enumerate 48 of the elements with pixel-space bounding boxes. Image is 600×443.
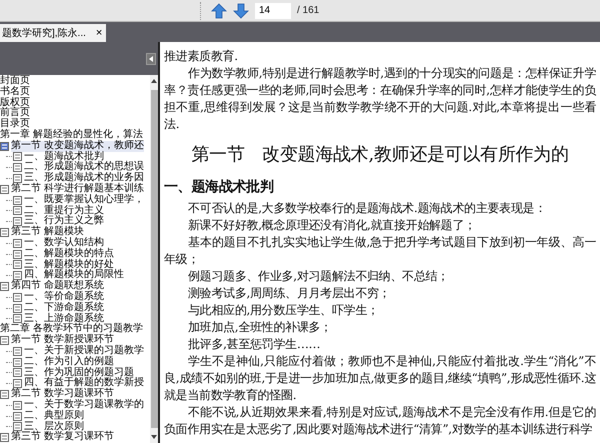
bookmark-item[interactable]: 二、下游命题系统 [24, 302, 104, 314]
bookmark-item[interactable]: 二、解题模块的特点 [24, 248, 114, 260]
bookmark-item[interactable]: 三、形成题海战术的业务因 [24, 173, 144, 184]
bookmark-item[interactable]: 第三节 解题模块 [11, 227, 84, 238]
bookmark-item[interactable]: 第一章 解题经验的显性化，算法 [0, 130, 143, 141]
bookmark-item[interactable]: 第一节 改变题海战术，教师还 [11, 140, 144, 152]
page-total: / 161 [297, 4, 320, 18]
left-triangle-icon [149, 56, 153, 62]
paragraph: 学生不是神仙,只能应付着做；教师也不是神仙,只能应付着批改.学生“消化”不良,成绩不如别的班,于是进一步加班加点,做更多的题目,继续“填鸭”,形成恶性循环.这就是当前数学教育的怪圈. [164, 353, 596, 404]
bookmark-item[interactable]: 第二节 科学进行解题基本训练 [11, 184, 144, 195]
down-triangle-icon[interactable] [151, 434, 157, 440]
paragraph: 基本的题目不扎扎实实地让学生做,急于把升学考试题目下放到初一年级、高一年级； [164, 234, 596, 268]
bookmark-item[interactable]: 二、典型原则 [24, 410, 84, 422]
paragraph: 批评多,甚至惩罚学生…… [187, 336, 322, 353]
bookmark-item[interactable]: 一、数学认知结构 [24, 238, 104, 249]
bookmark-item[interactable]: 第四节 命题联想系统 [11, 281, 104, 292]
close-tab-button[interactable]: × [94, 24, 104, 42]
scrollbar-thumb[interactable] [150, 90, 158, 428]
bookmark-item[interactable]: 一、关于新授课的习题教学 [24, 346, 144, 357]
bookmark-item[interactable]: 第三节 数学复习课环节 [11, 432, 114, 443]
bookmark-item[interactable]: 一、等价命题系统 [24, 292, 104, 303]
bookmark-item[interactable]: 第一节 数学新授课环节 [11, 335, 114, 346]
subsection-heading: 一、题海战术批判 [164, 178, 275, 197]
paragraph: 例题习题多、作业多,对习题解法不归纳、不总结； [187, 268, 450, 285]
bookmark-item[interactable]: 一、关于数学习题课教学的 [24, 400, 144, 411]
bookmark-item[interactable]: 一、既要掌握认知心理学， [24, 194, 144, 206]
collapse-panel-button[interactable] [146, 52, 156, 64]
down-arrow-icon[interactable] [233, 2, 249, 18]
paragraph: 不能不说,从近期效果来看,特别是对应试,题海战术不是完全没有作用.但是它的负面作用实在是太恶劣了,因此要对题海战术进行“清算”,对数学的基本训练进行科学 [164, 404, 596, 438]
bookmark-item[interactable]: 目录页 [0, 119, 30, 130]
section-heading: 第一节 改变题海战术,教师还是可以有所作为的 [190, 143, 570, 167]
scrollbar[interactable] [150, 75, 158, 443]
up-triangle-icon[interactable] [151, 78, 157, 84]
document-tab[interactable]: 题数学研究],陈永... × [0, 24, 106, 42]
up-arrow-icon[interactable] [211, 2, 227, 18]
paragraph: 作为数学教师,特别是进行解题教学时,遇到的十分现实的问题是：怎样保证升学率？责任感更强一些的老师,同时会思考：在确保升学率的同时,怎样才能使学生的负担不重,思维得到发展？这是当前数学教学绕不开的大问题.对此,本章将提出一些看法. [164, 65, 596, 133]
paragraph: 与此相应的,用分数压学生、吓学生； [187, 302, 380, 319]
bookmark-item[interactable]: 书名页 [0, 86, 30, 98]
bookmark-item[interactable]: 封面页 [0, 76, 30, 87]
page-number-field[interactable]: 14 [255, 2, 291, 18]
paragraph: 不可否认的是,大多数学校奉行的是题海战术.题海战术的主要表现是： [187, 200, 548, 217]
paragraph: 推进素质教育. [164, 48, 239, 65]
bookmark-item[interactable]: 二、作为引入的例题 [24, 356, 114, 368]
paragraph: 测验考试多,周周练、月月考层出不穷； [187, 285, 392, 302]
bookmark-item[interactable]: 第二节 数学习题课环节 [11, 389, 114, 400]
paragraph: 新课不好好教,概念原理还没有消化,就直接开始解题了； [187, 217, 477, 234]
bookmark-item[interactable]: 前言页 [0, 108, 30, 120]
paragraph: 加班加点,全班性的补课多； [187, 319, 333, 336]
